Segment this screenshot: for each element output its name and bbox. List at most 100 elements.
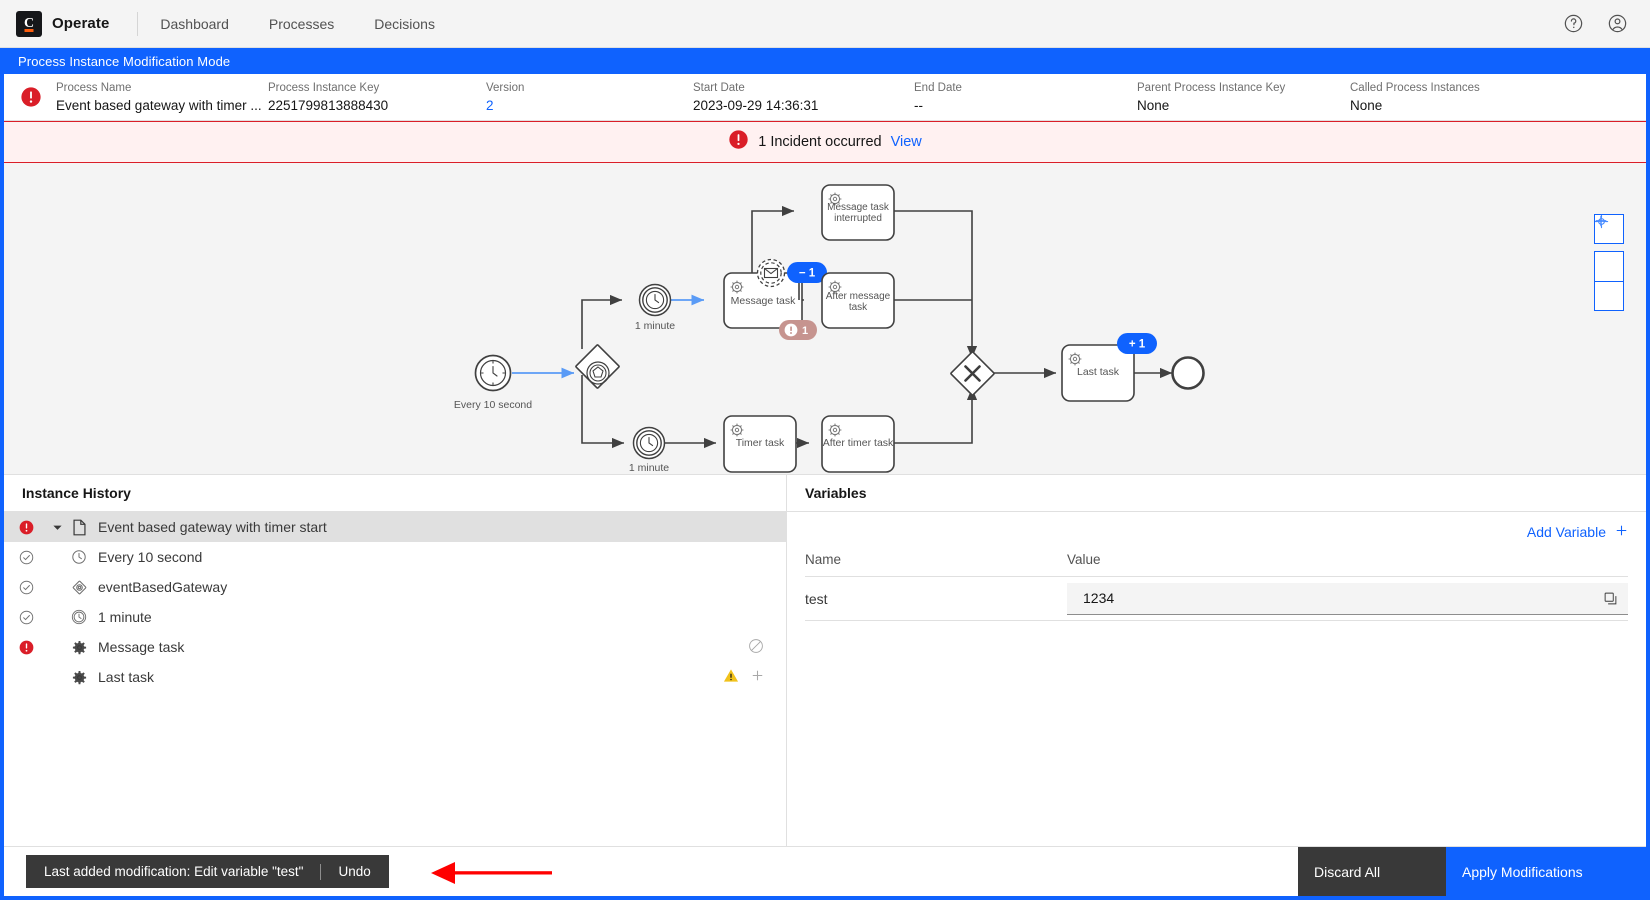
- incident-error-icon: [20, 86, 42, 108]
- incident-message: 1 Incident occurred: [758, 134, 882, 150]
- nav-links: Dashboard Processes Decisions: [160, 16, 435, 32]
- meta-end-date: End Date --: [914, 81, 1137, 114]
- help-icon[interactable]: [1562, 13, 1584, 35]
- timer-event-icon: [66, 549, 92, 565]
- svg-text:+ 1: + 1: [1129, 339, 1146, 351]
- instance-history-panel: Instance History Event based gateway wit…: [4, 475, 787, 846]
- bpmn-node-end-event: [1171, 356, 1205, 390]
- incident-error-icon: [4, 520, 48, 535]
- instance-header: Process Name Event based gateway with ti…: [4, 74, 1646, 121]
- meta-label: Process Name: [56, 81, 132, 94]
- nav-item-decisions[interactable]: Decisions: [374, 16, 435, 32]
- footer-actions: Discard All Apply Modifications: [1298, 847, 1646, 896]
- logo-bar: [24, 28, 34, 32]
- history-row-1-minute[interactable]: 1 minute: [4, 602, 786, 632]
- bpmn-node-timer-intermediate-2: 1 minute: [629, 426, 669, 474]
- variables-title: Variables: [787, 475, 1646, 512]
- bpmn-label-last-task: Last task: [1077, 366, 1120, 378]
- bpmn-boundary-message-event: [756, 258, 786, 288]
- history-row-label: Last task: [98, 669, 155, 685]
- undo-button[interactable]: Undo: [338, 864, 370, 879]
- svg-text:Message task: Message task: [827, 202, 890, 213]
- meta-value: 2023-09-29 14:36:31: [693, 97, 819, 113]
- bottom-panels: Instance History Event based gateway wit…: [4, 475, 1646, 846]
- version-link[interactable]: 2: [486, 97, 693, 114]
- bpmn-node-timer-task: Timer task: [723, 415, 797, 473]
- variable-value: 1234: [1083, 590, 1115, 606]
- user-avatar-icon[interactable]: [1606, 13, 1628, 35]
- meta-value: --: [914, 97, 923, 113]
- incident-view-link[interactable]: View: [891, 134, 922, 150]
- nav-divider: [137, 11, 139, 36]
- bpmn-badge-modification-add: + 1: [1117, 333, 1157, 354]
- history-row-actions: [723, 668, 786, 686]
- meta-label: Parent Process Instance Key: [1137, 81, 1286, 94]
- instance-metadata: Process Name Event based gateway with ti…: [56, 81, 1630, 114]
- zoom-out-button[interactable]: [1594, 220, 1624, 311]
- modification-mode-label: Process Instance Modification Mode: [18, 53, 231, 69]
- zoom-in-button[interactable]: [1594, 215, 1624, 281]
- meta-label: Called Process Instances: [1350, 81, 1480, 94]
- variables-toolbar: Add Variable: [787, 512, 1646, 552]
- nav-item-dashboard[interactable]: Dashboard: [160, 16, 229, 32]
- bpmn-node-message-task-interrupted: Message task interrupted: [821, 184, 895, 241]
- history-row-label: Event based gateway with timer start: [98, 519, 327, 535]
- chevron-down-icon[interactable]: [48, 522, 66, 533]
- bpmn-node-timer-intermediate-1: 1 minute: [635, 283, 675, 332]
- meta-value: 2251799813888430: [268, 97, 389, 113]
- bpmn-diagram-svg: Every 10 second 1 minute Message task − …: [454, 184, 1205, 474]
- svg-text:After timer task: After timer task: [823, 437, 894, 449]
- plus-icon: [1615, 524, 1628, 540]
- meta-process-name: Process Name Event based gateway with ti…: [56, 81, 268, 114]
- meta-label: Start Date: [693, 81, 745, 94]
- bpmn-label-every-10-second: Every 10 second: [454, 399, 532, 411]
- meta-label: Process Instance Key: [268, 81, 380, 94]
- history-row-message-task[interactable]: Message task: [4, 632, 786, 662]
- svg-text:Timer task: Timer task: [736, 437, 785, 449]
- diagram-zoom-controls: [1594, 214, 1624, 311]
- history-row-event-based-gateway[interactable]: eventBasedGateway: [4, 572, 786, 602]
- add-variable-label: Add Variable: [1526, 524, 1606, 540]
- column-header-name: Name: [805, 552, 842, 567]
- svg-text:interrupted: interrupted: [834, 213, 882, 224]
- timer-event-icon: [66, 609, 92, 625]
- discard-all-button[interactable]: Discard All: [1298, 847, 1446, 896]
- apply-modifications-button[interactable]: Apply Modifications: [1446, 847, 1646, 896]
- cancel-token-icon[interactable]: [748, 638, 764, 657]
- copy-icon[interactable]: [1603, 591, 1618, 606]
- svg-text:After message: After message: [826, 291, 891, 302]
- bpmn-badge-incident-count: 1: [779, 320, 817, 340]
- incident-error-icon: [4, 640, 48, 655]
- meta-process-instance-key: Process Instance Key 2251799813888430: [268, 81, 486, 114]
- bpmn-diagram-canvas[interactable]: Every 10 second 1 minute Message task − …: [4, 163, 1646, 475]
- last-modification-bar: Last added modification: Edit variable "…: [26, 855, 389, 888]
- service-task-icon: [66, 670, 92, 685]
- history-row-label: Message task: [98, 639, 185, 655]
- add-token-icon[interactable]: [751, 669, 764, 685]
- meta-parent-process-instance-key: Parent Process Instance Key None: [1137, 81, 1350, 114]
- column-header-value: Value: [1067, 552, 1101, 567]
- top-nav-actions: [1562, 13, 1650, 35]
- svg-text:− 1: − 1: [799, 268, 816, 280]
- brand[interactable]: C Operate: [0, 10, 109, 37]
- bpmn-label-1-minute-bottom: 1 minute: [629, 462, 669, 474]
- modification-frame: Process Name Event based gateway with ti…: [0, 74, 1650, 900]
- meta-version: Version 2: [486, 81, 693, 114]
- bpmn-label-1-minute-top: 1 minute: [635, 320, 675, 332]
- variable-value-field[interactable]: 1234: [1067, 582, 1628, 615]
- history-row-last-task[interactable]: Last task: [4, 662, 786, 692]
- history-row-every-10-second[interactable]: Every 10 second: [4, 542, 786, 572]
- add-variable-button[interactable]: Add Variable: [1527, 524, 1628, 540]
- history-row-label: eventBasedGateway: [98, 579, 228, 595]
- variables-panel: Variables Add Variable Name Value test 1…: [787, 475, 1646, 846]
- instance-history-tree[interactable]: Event based gateway with timer start Eve…: [4, 512, 786, 846]
- history-row-process[interactable]: Event based gateway with timer start: [4, 512, 786, 542]
- error-filled-icon: [728, 129, 749, 155]
- nav-item-processes[interactable]: Processes: [269, 16, 334, 32]
- modification-mode-banner: Process Instance Modification Mode: [0, 48, 1650, 74]
- meta-value: Event based gateway with timer ...: [56, 97, 262, 113]
- meta-called-process-instances: Called Process Instances None: [1350, 81, 1540, 114]
- bpmn-node-after-message-task: After message task: [821, 272, 895, 329]
- completed-check-icon: [4, 580, 48, 595]
- service-task-icon: [66, 640, 92, 655]
